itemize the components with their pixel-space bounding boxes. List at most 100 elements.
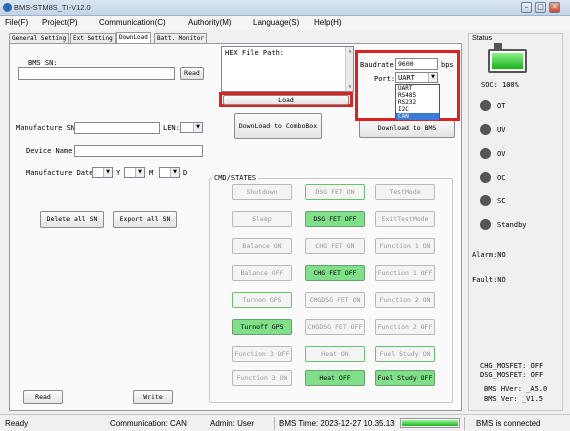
status-connected: BMS is connected bbox=[476, 419, 541, 428]
cmd-button-dsg-fet-off[interactable]: DSG FET OFF bbox=[305, 211, 365, 227]
bms-hver: BMS HVer: _A5.0 bbox=[484, 385, 548, 393]
bms-sn-label: BMS SN: bbox=[28, 59, 58, 67]
status-separator bbox=[274, 417, 275, 430]
device-name-input[interactable] bbox=[74, 145, 203, 157]
baudrate-label: Baudrate: bbox=[360, 61, 398, 69]
scroll-down-icon[interactable]: ▼ bbox=[347, 84, 353, 90]
cmd-button-function-1-on[interactable]: Function 1 ON bbox=[375, 238, 435, 254]
chevron-down-icon: ▼ bbox=[170, 168, 179, 177]
cmd-button-exittestmode[interactable]: ExitTestMode bbox=[375, 211, 435, 227]
oc-led-icon bbox=[480, 172, 491, 183]
cmd-button-function-1-off[interactable]: Function 1 OFF bbox=[375, 265, 435, 281]
ot-led-icon bbox=[480, 100, 491, 111]
cmd-button-function-3-on[interactable]: Function 3 ON bbox=[232, 370, 292, 386]
day-label: D bbox=[183, 169, 188, 177]
cmd-button-heat-off[interactable]: Heat OFF bbox=[305, 370, 365, 386]
port-option-uart[interactable]: UART bbox=[396, 85, 439, 92]
cmd-button-function-3-off[interactable]: Function 3 OFF bbox=[232, 346, 292, 362]
menu-authority[interactable]: Authority(M) bbox=[188, 18, 232, 27]
menu-file[interactable]: File(F) bbox=[5, 18, 28, 27]
delete-all-sn-button[interactable]: Delete all SN bbox=[40, 211, 104, 228]
status-bms-time: BMS Time: 2023-12-27 10.35.13 bbox=[279, 419, 395, 428]
port-select[interactable]: UART ▼ bbox=[395, 72, 438, 83]
cmd-button-turnoff-gps[interactable]: Turnoff GPS bbox=[232, 319, 292, 335]
cmd-button-testmode[interactable]: TestMode bbox=[375, 184, 435, 200]
dsg-mosfet-status: DSG_MOSFET: OFF bbox=[480, 371, 544, 379]
len-label: LEN: bbox=[163, 124, 180, 132]
hex-file-path-label: HEX File Path: bbox=[225, 49, 285, 57]
port-option-rs485[interactable]: RS485 bbox=[396, 92, 439, 99]
export-all-sn-button[interactable]: Export all SN bbox=[113, 211, 177, 228]
month-select[interactable]: ▼ bbox=[124, 167, 145, 178]
cmd-button-dsg-fet-on[interactable]: DSG FET ON bbox=[305, 184, 365, 200]
status-bar: Ready Communication: CAN Admin: User BMS… bbox=[0, 414, 570, 431]
cmd-button-sleep[interactable]: Sleep bbox=[232, 211, 292, 227]
uv-label: UV bbox=[497, 126, 506, 134]
bps-label: bps bbox=[441, 61, 454, 69]
bms-ver: BMS Ver: _V1.5 bbox=[484, 395, 544, 403]
ov-label: OV bbox=[497, 150, 506, 158]
manufacture-sn-input[interactable] bbox=[74, 122, 160, 134]
cmd-button-balance-off[interactable]: Balance OFF bbox=[232, 265, 292, 281]
close-button[interactable]: ✕ bbox=[549, 2, 560, 13]
hex-scrollbar[interactable]: ▲ ▼ bbox=[345, 47, 353, 91]
load-button[interactable]: Load bbox=[223, 95, 349, 105]
ot-label: OT bbox=[497, 102, 506, 110]
port-dropdown-list[interactable]: UART RS485 RS232 I2C CAN bbox=[395, 84, 440, 120]
read-button[interactable]: Read bbox=[23, 390, 63, 404]
cmd-button-function-2-on[interactable]: Function 2 ON bbox=[375, 292, 435, 308]
soc-value: 100% bbox=[502, 81, 519, 89]
port-select-value: UART bbox=[398, 74, 415, 82]
cmd-states-title: CMD/STATES bbox=[212, 174, 259, 182]
cmd-button-heat-on[interactable]: Heat ON bbox=[305, 346, 365, 362]
battery-icon bbox=[488, 49, 527, 73]
year-label: Y bbox=[116, 169, 121, 177]
cmd-button-fuel-study-on[interactable]: Fuel Study ON bbox=[375, 346, 435, 362]
cmd-button-turnon-gps[interactable]: Turnon GPS bbox=[232, 292, 292, 308]
manufacture-date-label: Manufacture Date: bbox=[26, 169, 98, 177]
download-to-combobox-button[interactable]: DownLoad to ComboBox bbox=[234, 113, 322, 139]
maximize-button[interactable]: □ bbox=[535, 2, 546, 13]
minimize-button[interactable]: – bbox=[521, 2, 532, 13]
menu-project[interactable]: Project(P) bbox=[42, 18, 78, 27]
cmd-button-balance-on[interactable]: Balance ON bbox=[232, 238, 292, 254]
port-option-i2c[interactable]: I2C bbox=[396, 106, 439, 113]
alarm-status: Alarm:NO bbox=[472, 251, 506, 259]
status-title: Status bbox=[472, 35, 492, 42]
cmd-button-chg-fet-on[interactable]: CHG FET ON bbox=[305, 238, 365, 254]
oc-label: OC bbox=[497, 174, 506, 182]
standby-label: Standby bbox=[497, 221, 527, 229]
cmd-button-shutdown[interactable]: Shutdown bbox=[232, 184, 292, 200]
bms-sn-input[interactable] bbox=[18, 67, 175, 80]
uv-led-icon bbox=[480, 124, 491, 135]
year-select[interactable]: ▼ bbox=[92, 167, 113, 178]
status-ready: Ready bbox=[5, 419, 29, 428]
menu-help[interactable]: Help(H) bbox=[314, 18, 342, 27]
port-option-rs232[interactable]: RS232 bbox=[396, 99, 439, 106]
chevron-down-icon: ▼ bbox=[103, 168, 112, 177]
port-option-can[interactable]: CAN bbox=[396, 113, 439, 120]
menu-communication[interactable]: Communication(C) bbox=[99, 18, 166, 27]
len-select[interactable]: ▼ bbox=[180, 122, 203, 133]
cmd-button-fuel-study-off[interactable]: Fuel Study OFF bbox=[375, 370, 435, 386]
cmd-button-function-2-off[interactable]: Function 2 OFF bbox=[375, 319, 435, 335]
menu-bar: File(F) Project(P) Communication(C) Auth… bbox=[0, 16, 570, 30]
cmd-button-chg-fet-off[interactable]: CHG FET OFF bbox=[305, 265, 365, 281]
cmd-button-chgdsg-fet-off[interactable]: CHGDSG FET OFF bbox=[305, 319, 365, 335]
download-to-bms-button[interactable]: Download to BMS bbox=[359, 118, 455, 138]
baudrate-input[interactable]: 9600 bbox=[395, 58, 438, 70]
hex-file-path-textarea[interactable]: HEX File Path: ▲ ▼ bbox=[221, 46, 354, 92]
title-bar: BMS-STM8S_TI-V12.0 – □ ✕ bbox=[0, 0, 570, 16]
scroll-up-icon[interactable]: ▲ bbox=[347, 48, 353, 54]
read-sn-button[interactable]: Read bbox=[180, 67, 204, 80]
soc-label: SOC: bbox=[481, 81, 498, 89]
cmd-button-chgdsg-fet-on[interactable]: CHGDSG FET ON bbox=[305, 292, 365, 308]
window-title: BMS-STM8S_TI-V12.0 bbox=[14, 3, 91, 12]
write-button[interactable]: Write bbox=[133, 390, 173, 404]
day-select[interactable]: ▼ bbox=[159, 167, 180, 178]
manufacture-sn-label: Manufacture SN: bbox=[16, 124, 80, 132]
fault-status: Fault:NO bbox=[472, 276, 506, 284]
chevron-down-icon: ▼ bbox=[135, 168, 144, 177]
menu-language[interactable]: Language(S) bbox=[253, 18, 299, 27]
chevron-down-icon: ▼ bbox=[428, 73, 437, 82]
